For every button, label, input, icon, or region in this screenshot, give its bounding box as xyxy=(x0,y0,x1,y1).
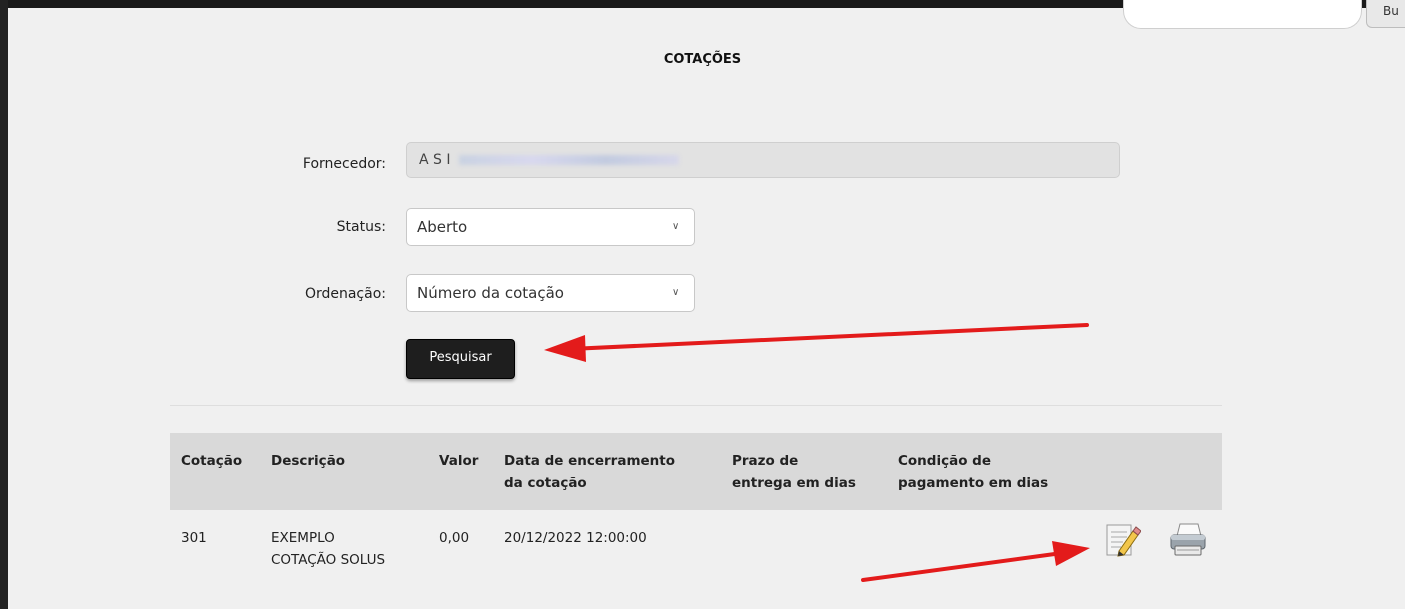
col-header-descricao-line1: Descrição xyxy=(271,453,346,469)
search-button[interactable]: Bu xyxy=(1366,0,1405,28)
col-header-cotacao-line1: Cotação xyxy=(181,453,243,469)
cell-description-line2: COTAÇÃO SOLUS xyxy=(271,552,386,568)
col-header-prazo: Prazo de entrega em dias xyxy=(732,450,856,494)
col-header-valor: Valor xyxy=(439,450,478,472)
col-header-condicao-line2: pagamento em dias xyxy=(898,475,1049,491)
supplier-redacted xyxy=(458,155,679,165)
cell-closing-date: 20/12/2022 12:00:00 xyxy=(504,530,647,546)
col-header-condicao-line1: Condição de xyxy=(898,453,991,469)
chevron-down-icon: ∨ xyxy=(672,287,680,298)
supplier-field: A S I xyxy=(406,142,1120,178)
col-header-prazo-line2: entrega em dias xyxy=(732,475,856,491)
col-header-data: Data de encerramento da cotação xyxy=(504,450,675,494)
ordering-selected: Número da cotação xyxy=(417,284,564,302)
ordering-select[interactable]: Número da cotação ∨ xyxy=(406,274,695,312)
status-select[interactable]: Aberto ∨ xyxy=(406,208,695,246)
divider xyxy=(170,405,1222,406)
col-header-prazo-line1: Prazo de xyxy=(732,453,799,469)
search-submit-button[interactable]: Pesquisar xyxy=(406,339,515,379)
col-header-cotacao: Cotação xyxy=(181,450,242,472)
supplier-label: Fornecedor: xyxy=(302,156,386,172)
printer-icon[interactable] xyxy=(1168,522,1206,560)
main-content xyxy=(8,8,1405,609)
col-header-data-line2: da cotação xyxy=(504,475,587,491)
col-header-condicao: Condição de pagamento em dias xyxy=(898,450,1048,494)
left-border xyxy=(0,0,8,609)
status-label: Status: xyxy=(336,219,386,235)
ordering-label: Ordenação: xyxy=(304,286,386,302)
status-selected: Aberto xyxy=(417,218,468,236)
col-header-data-line1: Data de encerramento xyxy=(504,453,676,469)
edit-note-icon[interactable] xyxy=(1103,521,1142,559)
col-header-valor-line1: Valor xyxy=(439,453,479,469)
supplier-value: A S I xyxy=(419,152,451,168)
cell-description: EXEMPLO COTAÇÃO SOLUS xyxy=(271,527,385,571)
chevron-down-icon: ∨ xyxy=(672,221,680,232)
cell-number: 301 xyxy=(181,530,207,546)
col-header-descricao: Descrição xyxy=(271,450,345,472)
search-input[interactable] xyxy=(1123,0,1362,29)
cell-value: 0,00 xyxy=(439,530,470,546)
cell-description-line1: EXEMPLO xyxy=(271,530,335,546)
page-title: COTAÇÕES xyxy=(663,52,742,67)
